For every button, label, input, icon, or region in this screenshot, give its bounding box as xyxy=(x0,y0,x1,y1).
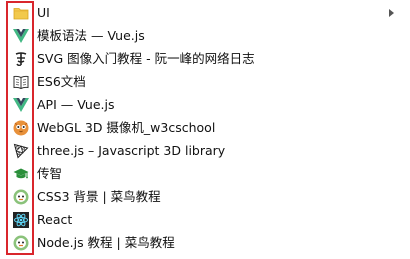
threejs-logo-icon xyxy=(12,142,29,159)
bookmark-webgl-camera[interactable]: WebGL 3D 摄像机_w3cschool xyxy=(0,116,410,139)
bookmark-nodejs-tutorial[interactable]: Node.js 教程 | 菜鸟教程 xyxy=(0,231,410,254)
bookmark-label: Node.js 教程 | 菜鸟教程 xyxy=(37,235,175,250)
runoob-icon xyxy=(12,188,29,205)
bookmark-chuanzhi[interactable]: 传智 xyxy=(0,162,410,185)
bookmark-label: three.js – Javascript 3D library xyxy=(37,143,226,158)
bookmark-threejs[interactable]: three.js – Javascript 3D library xyxy=(0,139,410,162)
bookmark-react[interactable]: React xyxy=(0,208,410,231)
bookmark-label: CSS3 背景 | 菜鸟教程 xyxy=(37,189,161,204)
graduation-cap-icon xyxy=(12,165,29,182)
vue-logo-icon xyxy=(12,96,29,113)
react-logo-icon xyxy=(12,211,29,228)
bookmark-label: 传智 xyxy=(37,166,63,181)
bookmark-svg-tutorial[interactable]: SVG 图像入门教程 - 阮一峰的网络日志 xyxy=(0,47,410,70)
bookmark-folder-ui[interactable]: UI xyxy=(0,1,410,24)
bookmark-label: WebGL 3D 摄像机_w3cschool xyxy=(37,120,216,135)
bookmark-label: ES6文档 xyxy=(37,74,86,89)
bookmark-label: 模板语法 — Vue.js xyxy=(37,28,145,43)
vue-logo-icon xyxy=(12,27,29,44)
w3cschool-icon xyxy=(12,119,29,136)
ruanyf-logo-icon xyxy=(12,50,29,67)
bookmark-vue-template-syntax[interactable]: 模板语法 — Vue.js xyxy=(0,24,410,47)
bookmark-label: UI xyxy=(37,5,50,20)
bookmarks-menu: UI 模板语法 — Vue.js SVG 图像入门教程 - 阮一峰的网络日志 E… xyxy=(0,0,410,259)
bookmark-vue-api[interactable]: API — Vue.js xyxy=(0,93,410,116)
bookmark-label: SVG 图像入门教程 - 阮一峰的网络日志 xyxy=(37,51,255,66)
bookmark-label: API — Vue.js xyxy=(37,97,115,112)
bookmark-css3-background[interactable]: CSS3 背景 | 菜鸟教程 xyxy=(0,185,410,208)
bookmark-es6-docs[interactable]: ES6文档 xyxy=(0,70,410,93)
bookmark-label: React xyxy=(37,212,73,227)
folder-icon xyxy=(12,4,29,21)
book-icon xyxy=(12,73,29,90)
runoob-icon xyxy=(12,234,29,251)
submenu-arrow-icon xyxy=(389,9,394,17)
